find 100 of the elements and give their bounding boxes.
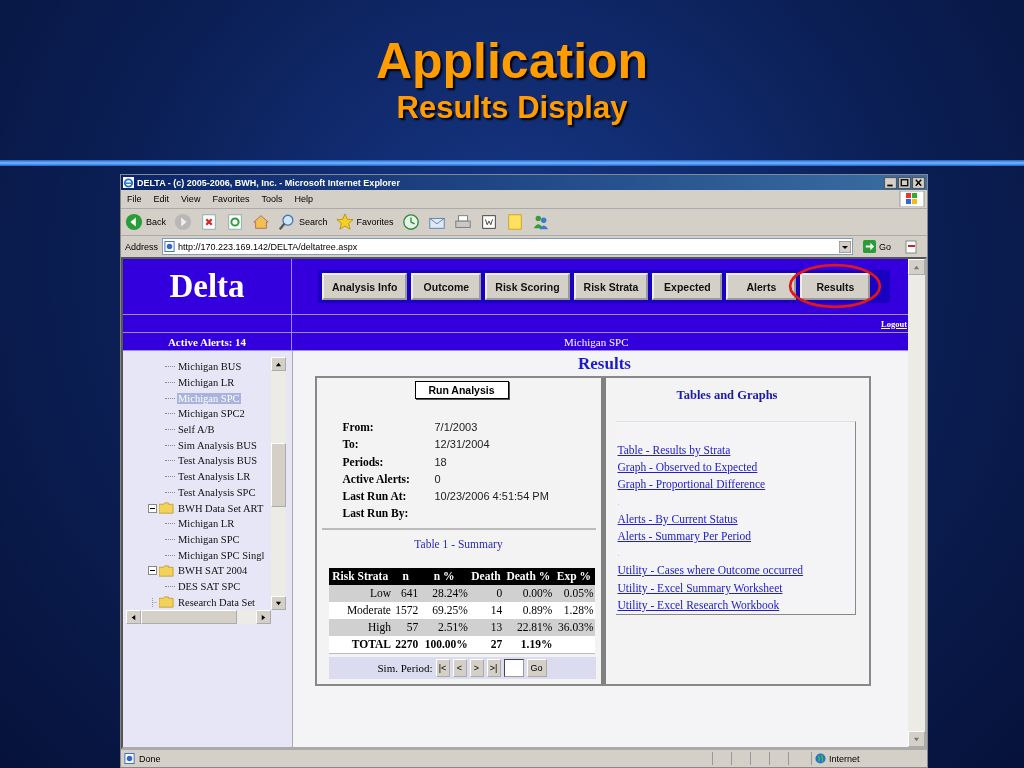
dropdown-icon[interactable] xyxy=(839,240,851,253)
report-link[interactable]: Utility - Excel Summary Worksheet xyxy=(617,579,783,597)
forward-icon xyxy=(174,213,192,231)
table-caption: Table 1 - Summary xyxy=(413,536,504,553)
scrollbar[interactable] xyxy=(271,357,286,610)
stop-icon xyxy=(200,213,218,231)
toolbar-button[interactable] xyxy=(453,213,472,231)
tree-item[interactable]: Test Analysis BUS xyxy=(177,455,259,467)
minimize-icon[interactable] xyxy=(884,176,897,189)
menu-item[interactable]: Help xyxy=(294,194,313,204)
report-link[interactable]: Table - Results by Strata xyxy=(617,442,731,460)
tree-item[interactable]: Self A/B xyxy=(177,424,216,436)
printer-icon xyxy=(453,213,472,231)
report-link[interactable]: Utility - Excel Research Workbook xyxy=(617,596,780,615)
detail-value: 18 xyxy=(434,455,447,468)
address-field[interactable]: http://170.223.169.142/DELTA/deltatree.aspx xyxy=(162,238,853,255)
toolbar-button[interactable]: Back xyxy=(125,213,166,231)
folder-icon xyxy=(159,502,174,515)
tree-item[interactable]: BWH Data Set ART xyxy=(177,502,265,514)
menu-item[interactable]: Favorites xyxy=(212,194,250,204)
period-nav-button[interactable]: >| xyxy=(486,658,501,677)
report-link[interactable]: Alerts - By Current Status xyxy=(617,510,738,528)
report-link[interactable]: Utility - Cases where Outcome occurred xyxy=(617,562,804,580)
results-heading: Results xyxy=(577,354,631,374)
go-button[interactable]: Go xyxy=(526,658,547,677)
tree-item[interactable]: Michigan SPC Singl xyxy=(177,549,266,561)
nav-button[interactable]: Risk Strata xyxy=(573,273,649,300)
document-icon xyxy=(479,213,498,231)
tree-item[interactable]: Test Analysis LR xyxy=(177,471,252,483)
tree-item[interactable]: DES SAT SPC xyxy=(177,580,242,592)
app-logo: Delta xyxy=(123,259,292,314)
folder-icon xyxy=(159,596,174,609)
tree-item[interactable]: Research Data Set xyxy=(177,596,256,608)
tree-item[interactable]: Sim Analysis BUS xyxy=(177,439,258,451)
nav-button[interactable]: Expected xyxy=(652,273,723,300)
history-icon xyxy=(401,213,420,231)
tree-item[interactable]: Michigan SPC2 xyxy=(177,408,246,420)
note-icon xyxy=(505,213,524,231)
nav-button[interactable]: Results xyxy=(800,273,871,300)
tree-item[interactable]: Michigan LR xyxy=(177,518,236,530)
scroll-up-icon[interactable] xyxy=(275,360,282,368)
tree-item[interactable]: Michigan BUS xyxy=(177,361,243,373)
column-header: Death xyxy=(468,567,504,585)
detail-value: 0 xyxy=(434,472,441,485)
sim-period-label: Sim. Period: xyxy=(377,661,433,674)
page-icon xyxy=(124,753,135,764)
toolbar-button[interactable] xyxy=(531,213,550,231)
star-icon xyxy=(335,213,354,231)
menu-item[interactable]: Edit xyxy=(153,194,170,204)
scroll-down-icon[interactable] xyxy=(275,599,282,607)
scroll-right-icon[interactable] xyxy=(260,613,267,621)
tree-item[interactable]: Michigan LR xyxy=(177,377,236,389)
logout-link[interactable]: Logout xyxy=(881,318,908,329)
menu-item[interactable]: Tools xyxy=(261,194,283,204)
windows-flag-icon xyxy=(899,191,925,207)
period-nav-button[interactable]: < xyxy=(452,658,467,677)
column-header: n % xyxy=(419,567,469,585)
go-button[interactable]: Go xyxy=(857,240,897,253)
run-analysis-button[interactable]: Run Analysis xyxy=(414,381,509,399)
slide-title: Application xyxy=(375,32,649,90)
toolbar-button[interactable]: Favorites xyxy=(335,213,394,231)
nav-button[interactable]: Analysis Info xyxy=(322,273,408,300)
collapse-icon[interactable] xyxy=(148,566,157,576)
window-title: DELTA - (c) 2005-2006, BWH, Inc. - Microsoft Internet Explorer xyxy=(137,177,401,188)
people-icon xyxy=(531,213,550,231)
period-nav-button[interactable]: > xyxy=(469,658,484,677)
menu-item[interactable]: File xyxy=(127,194,142,204)
collapse-icon[interactable] xyxy=(148,503,157,513)
section-title: Tables and Graphs xyxy=(675,387,779,403)
nav-button[interactable]: Outcome xyxy=(411,273,482,300)
scrollbar[interactable] xyxy=(126,610,271,624)
toolbar-button[interactable] xyxy=(226,213,244,231)
period-input[interactable] xyxy=(503,658,524,677)
period-nav-button[interactable]: |< xyxy=(435,658,450,677)
detail-label: Last Run At: xyxy=(342,489,408,505)
tree-item[interactable]: Test Analysis SPC xyxy=(177,486,257,498)
scroll-left-icon[interactable] xyxy=(130,613,137,621)
column-header: Exp % xyxy=(553,567,595,585)
report-link[interactable]: Graph - Observed to Expected xyxy=(617,459,758,477)
toolbar-button[interactable] xyxy=(401,213,420,231)
toolbar-button[interactable] xyxy=(479,213,498,231)
maximize-icon[interactable] xyxy=(898,176,911,189)
arrow-icon xyxy=(863,240,876,253)
close-icon[interactable] xyxy=(912,176,925,189)
report-link[interactable]: Graph - Proportional Difference xyxy=(617,476,766,494)
menu-item[interactable]: View xyxy=(181,194,201,204)
toolbar-button[interactable] xyxy=(200,213,218,231)
detail-label: From: xyxy=(342,420,375,435)
toolbar-button[interactable]: Search xyxy=(278,213,328,231)
nav-button[interactable]: Alerts xyxy=(726,273,797,300)
analysis-name: Michigan SPC xyxy=(564,335,629,348)
folder-icon xyxy=(159,564,174,577)
column-header: Death % xyxy=(503,567,554,585)
nav-button[interactable]: Risk Scoring xyxy=(485,273,570,300)
column-header: Risk Strata xyxy=(328,567,392,585)
report-link[interactable]: Alerts - Summary Per Period xyxy=(617,528,751,546)
tree-item[interactable]: Michigan SPC xyxy=(177,533,241,545)
tree-item[interactable]: BWH SAT 2004 xyxy=(177,565,249,577)
slide-subtitle: Results Display xyxy=(396,90,628,126)
address-label: Address xyxy=(125,241,159,252)
